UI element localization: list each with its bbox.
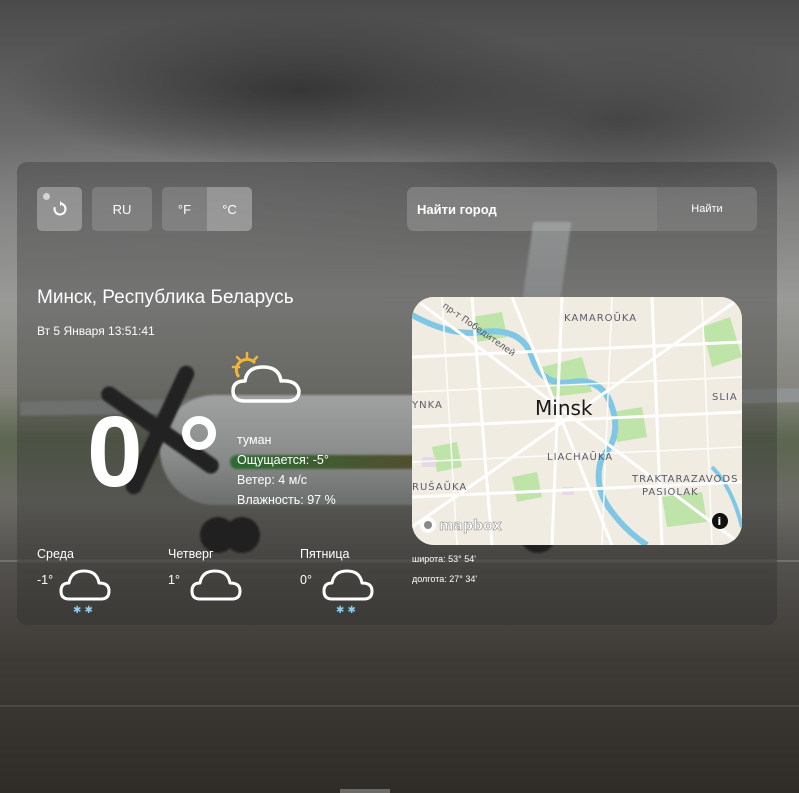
forecast-temp: 0° (300, 573, 312, 587)
map-district-label: SLIA (712, 392, 738, 403)
cloud-icon (190, 569, 242, 601)
search-bar: Найти (407, 187, 757, 231)
celsius-button[interactable]: °C (207, 187, 252, 231)
location-title: Минск, Республика Беларусь (37, 287, 294, 308)
forecast-day: Среда -1° ✱ ✱ (37, 547, 157, 616)
forecast-temp: 1° (168, 573, 180, 587)
map-district-label: TRAKTARAZAVODS (631, 474, 738, 485)
degree-symbol (182, 416, 216, 450)
map-canvas[interactable]: Minsk KAMAROŬKA SLIA YNKA LIACHAŬKA RUŠA… (412, 297, 742, 545)
current-datetime: Вт 5 Января 13:51:41 (37, 324, 155, 338)
map-info-button[interactable]: i (712, 513, 728, 529)
refresh-background-button[interactable] (37, 187, 82, 231)
map-district-label: LIACHAŬKA (547, 450, 613, 463)
weather-details: туман Ощущается: -5° Ветер: 4 м/с Влажно… (237, 430, 336, 510)
weather-panel: RU °F °C Найти Минск, Республика Беларус… (17, 162, 777, 625)
map-city-label: Minsk (535, 396, 593, 420)
map-district-label: YNKA (412, 400, 443, 411)
svg-text:✱ ✱: ✱ ✱ (73, 605, 93, 616)
temperature-value: 0 (87, 396, 143, 508)
forecast-day-name: Среда (37, 547, 74, 561)
forecast-temp: -1° (37, 573, 54, 587)
city-search-input[interactable] (407, 187, 657, 231)
indicator-dot (43, 193, 50, 200)
search-button[interactable]: Найти (657, 187, 757, 231)
svg-text:✱ ✱: ✱ ✱ (336, 605, 356, 616)
unit-toggle: °F °C (162, 187, 252, 231)
current-temperature: 0 (87, 402, 216, 502)
humidity-text: Влажность: 97 % (237, 493, 336, 507)
forecast-day: Четверг 1° (168, 547, 288, 601)
forecast-day: Пятница 0° ✱ ✱ (300, 547, 420, 616)
forecast-day-name: Пятница (300, 547, 350, 561)
feels-like-text: Ощущается: -5° (237, 453, 329, 467)
info-icon: i (718, 515, 722, 528)
mapbox-logo[interactable]: mapbox (420, 517, 502, 534)
snow-cloud-icon: ✱ ✱ (59, 569, 111, 616)
partly-cloudy-day-icon (231, 351, 301, 403)
runway-marking (0, 705, 799, 707)
mapbox-attribution: mapbox (439, 518, 502, 534)
snow-cloud-icon: ✱ ✱ (322, 569, 374, 616)
wind-text: Ветер: 4 м/с (237, 473, 308, 487)
latitude-text: широта: 53° 54' (412, 554, 476, 564)
map-district-label: PASIOLAK (642, 487, 699, 498)
fahrenheit-button[interactable]: °F (162, 187, 207, 231)
map-district-label: KAMAROŬKA (564, 311, 637, 324)
condition-text: туман (237, 433, 272, 447)
language-button[interactable]: RU (92, 187, 152, 231)
map-district-label: RUŠAŬKA (412, 480, 467, 493)
scroll-indicator (340, 789, 390, 793)
forecast-day-name: Четверг (168, 547, 214, 561)
refresh-icon (53, 201, 66, 216)
city-map[interactable]: Minsk KAMAROŬKA SLIA YNKA LIACHAŬKA RUŠA… (412, 297, 742, 545)
longitude-text: долгота: 27° 34' (412, 574, 478, 584)
